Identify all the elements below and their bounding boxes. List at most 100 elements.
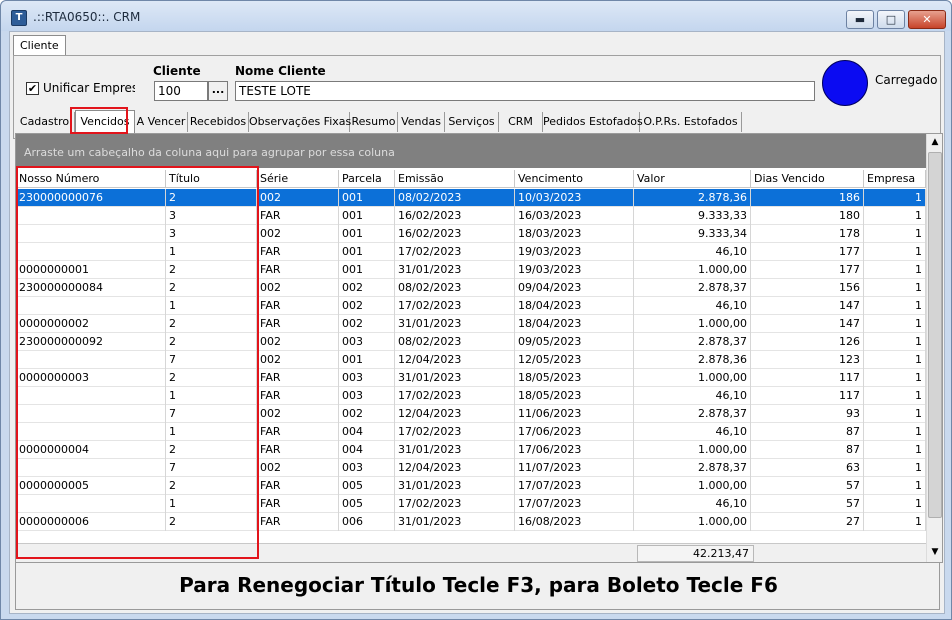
column-header-2[interactable]: Série [257,170,339,188]
table-row[interactable]: 0000000006 2 FAR 006 31/01/2023 16/08/2023 1.0… [16,513,926,531]
table-cell: FAR [257,387,339,405]
table-cell [16,423,166,441]
close-button[interactable]: ✕ [908,10,946,29]
column-header-5[interactable]: Vencimento [515,170,634,188]
status-indicator-icon [822,60,868,106]
table-row[interactable]: 1 FAR 002 17/02/2023 18/04/2023 46,10 147 1 [16,297,926,315]
table-cell: 09/04/2023 [515,279,634,297]
cliente-lookup-button[interactable]: ... [208,81,228,101]
group-by-area[interactable]: Arraste um cabeçalho da coluna aqui para… [16,134,926,168]
table-cell: 87 [751,423,864,441]
table-cell: 19/03/2023 [515,261,634,279]
maximize-button[interactable]: □ [877,10,905,29]
table-row[interactable]: 3 FAR 001 16/02/2023 16/03/2023 9.333,33 180 1 [16,207,926,225]
table-cell [16,297,166,315]
table-cell: 31/01/2023 [395,369,515,387]
app-logo-icon[interactable]: T [11,10,27,26]
tab-cliente[interactable]: Cliente [13,35,66,56]
scroll-up-icon[interactable]: ▲ [927,134,942,151]
table-row[interactable]: 3 002 001 16/02/2023 18/03/2023 9.333,34 178 1 [16,225,926,243]
column-header-4[interactable]: Emissão [395,170,515,188]
tab-resumo[interactable]: Resumo [350,112,398,132]
tab-crm[interactable]: CRM [499,112,543,132]
table-cell: 123 [751,351,864,369]
table-row[interactable]: 0000000001 2 FAR 001 31/01/2023 19/03/2023 1.0… [16,261,926,279]
tab-recebidos[interactable]: Recebidos [188,112,249,132]
title-bar[interactable]: T .::RTA0650::. CRM ▬ □ ✕ [1,1,951,31]
table-row[interactable]: 0000000003 2 FAR 003 31/01/2023 18/05/2023 1.0… [16,369,926,387]
table-cell: 16/03/2023 [515,207,634,225]
scroll-thumb[interactable] [928,152,942,518]
tab-vendas[interactable]: Vendas [398,112,445,132]
table-cell: 57 [751,495,864,513]
column-header-3[interactable]: Parcela [339,170,395,188]
total-valor: 42.213,47 [637,545,754,562]
table-cell: 001 [339,243,395,261]
table-cell: 2 [166,261,257,279]
table-cell: 7 [166,351,257,369]
table-row[interactable]: 230000000076 2 002 001 08/02/2023 10/03/2023 2… [16,189,926,207]
cliente-code-input[interactable]: 100 [154,81,208,101]
table-row[interactable]: 1 FAR 001 17/02/2023 19/03/2023 46,10 177 1 [16,243,926,261]
tab-vencidos[interactable]: Vencidos [75,110,135,133]
table-row[interactable]: 0000000005 2 FAR 005 31/01/2023 17/07/2023 1.0… [16,477,926,495]
app-window: T .::RTA0650::. CRM ▬ □ ✕ Cliente ✔ Unif… [0,0,952,620]
table-cell: 17/02/2023 [395,423,515,441]
table-cell: 0000000004 [16,441,166,459]
tab-a-vencer[interactable]: A Vencer [135,112,188,132]
table-cell: 002 [257,279,339,297]
table-row[interactable]: 7 002 002 12/04/2023 11/06/2023 2.878,37 93 1 [16,405,926,423]
tab-cadastro[interactable]: Cadastro [15,112,75,132]
table-cell: 177 [751,261,864,279]
column-header-1[interactable]: Título [166,170,257,188]
scroll-down-icon[interactable]: ▼ [927,544,942,561]
table-cell: 12/05/2023 [515,351,634,369]
table-cell: 003 [339,387,395,405]
table-cell [16,351,166,369]
table-cell: 11/06/2023 [515,405,634,423]
table-cell: 230000000092 [16,333,166,351]
tab-servicos[interactable]: Serviços [445,112,499,132]
tab-observacoes-fixas[interactable]: Observações Fixas [249,112,351,132]
tab-o-p-rs-estofados[interactable]: O.P.Rs. Estofados [640,112,742,132]
table-cell: 178 [751,225,864,243]
table-row[interactable]: 1 FAR 004 17/02/2023 17/06/2023 46,10 87 1 [16,423,926,441]
table-cell: 18/03/2023 [515,225,634,243]
table-cell: 2 [166,279,257,297]
column-header-0[interactable]: Nosso Número [16,170,166,188]
table-cell: FAR [257,315,339,333]
column-header-6[interactable]: Valor [634,170,751,188]
vencidos-grid: Arraste um cabeçalho da coluna aqui para… [15,133,943,563]
table-row[interactable]: 230000000084 2 002 002 08/02/2023 09/04/2023 2… [16,279,926,297]
table-row[interactable]: 1 FAR 005 17/02/2023 17/07/2023 46,10 57 1 [16,495,926,513]
table-cell: 2.878,37 [634,459,751,477]
column-header-8[interactable]: Empresa [864,170,926,188]
table-cell: 004 [339,423,395,441]
client-area: Cliente ✔ Unificar Empresas Cliente 100 … [9,31,945,614]
table-row[interactable]: 0000000004 2 FAR 004 31/01/2023 17/06/2023 1.0… [16,441,926,459]
table-cell: 1 [166,297,257,315]
table-cell: 31/01/2023 [395,315,515,333]
table-cell: 1 [864,261,926,279]
unificar-empresas-checkbox[interactable]: ✔ [26,82,39,95]
table-cell: 117 [751,387,864,405]
table-row[interactable]: 0000000002 2 FAR 002 31/01/2023 18/04/2023 1.0… [16,315,926,333]
table-cell: 1 [864,225,926,243]
table-row[interactable]: 7 002 003 12/04/2023 11/07/2023 2.878,37 63 1 [16,459,926,477]
minimize-button[interactable]: ▬ [846,10,874,29]
table-cell: 2.878,36 [634,351,751,369]
table-row[interactable]: 230000000092 2 002 003 08/02/2023 09/05/2023 2… [16,333,926,351]
tab-pedidos-estofados[interactable]: Pedidos Estofados [543,112,643,132]
table-row[interactable]: 7 002 001 12/04/2023 12/05/2023 2.878,36 123 1 [16,351,926,369]
table-cell: 002 [257,225,339,243]
column-header-7[interactable]: Dias Vencido [751,170,864,188]
table-cell: 2 [166,513,257,531]
vertical-scrollbar[interactable]: ▲ ▼ [926,134,942,562]
table-row[interactable]: 1 FAR 003 17/02/2023 18/05/2023 46,10 117 1 [16,387,926,405]
table-cell: 002 [257,351,339,369]
table-cell: 002 [257,333,339,351]
unificar-empresas-label[interactable]: Unificar Empresas [43,81,135,95]
table-cell: 31/01/2023 [395,513,515,531]
nome-cliente-input[interactable]: TESTE LOTE [235,81,815,101]
table-cell: 1.000,00 [634,441,751,459]
